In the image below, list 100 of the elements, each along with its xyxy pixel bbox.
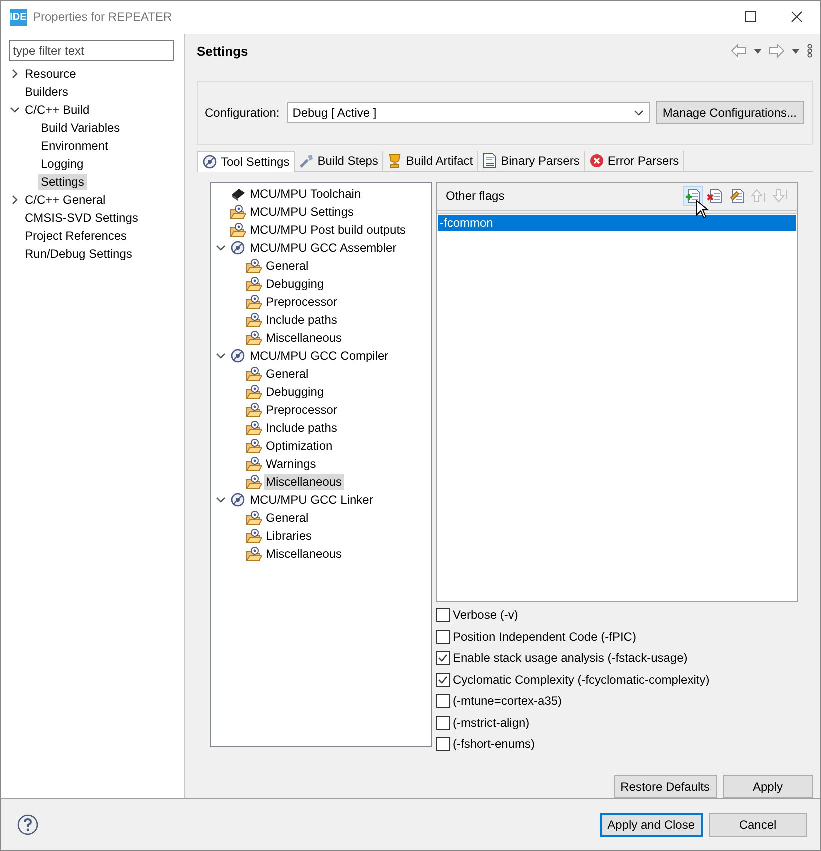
tree-item[interactable]: Build Variables [38, 120, 124, 136]
list-item[interactable]: -fcommon [438, 214, 796, 230]
folder-gear-icon [246, 420, 262, 436]
checkbox[interactable] [436, 694, 450, 708]
tab[interactable]: Error Parsers [584, 150, 684, 170]
tree-item[interactable]: General [264, 258, 311, 274]
tree-item[interactable]: MCU/MPU GCC Compiler [248, 348, 391, 364]
configuration-dropdown[interactable]: Debug [ Active ] [286, 102, 650, 124]
gear-icon [230, 240, 246, 256]
gear-icon [230, 492, 246, 508]
expand-chevron-icon[interactable] [10, 195, 20, 205]
folder-gear-icon [246, 384, 262, 400]
manage-configurations-button[interactable]: Manage Configurations... [656, 101, 804, 124]
tree-item[interactable]: Run/Debug Settings [22, 246, 136, 262]
move-down-icon [773, 188, 789, 204]
collapse-chevron-icon[interactable] [10, 105, 20, 115]
apply-button[interactable]: Apply [723, 775, 813, 798]
checkbox[interactable] [436, 608, 450, 622]
tree-item[interactable]: MCU/MPU GCC Linker [248, 492, 376, 508]
tree-item[interactable]: General [264, 366, 311, 382]
tree-item[interactable]: MCU/MPU Settings [248, 204, 356, 220]
tree-item[interactable]: MCU/MPU Toolchain [248, 186, 364, 202]
restore-defaults-button[interactable]: Restore Defaults [614, 775, 717, 798]
folder-gear-icon [246, 546, 262, 562]
tree-item[interactable]: Include paths [264, 312, 340, 328]
tree-item[interactable]: Miscellaneous [264, 546, 344, 562]
tree-item[interactable]: Libraries [264, 528, 314, 544]
checkbox-option[interactable]: Cyclomatic Complexity (-fcyclomatic-complexity) [436, 669, 798, 690]
tree-item[interactable]: Include paths [264, 420, 340, 436]
folder-gear-icon [246, 438, 262, 454]
list-title: Other flags [446, 189, 506, 203]
folder-gear-icon [246, 330, 262, 346]
checkbox[interactable] [436, 672, 450, 687]
tree-item[interactable]: Optimization [264, 438, 335, 454]
tree-item[interactable]: MCU/MPU Post build outputs [248, 222, 408, 238]
page-title: Settings [197, 44, 250, 59]
tree-item[interactable]: CMSIS-SVD Settings [22, 210, 142, 226]
tree-item[interactable]: Debugging [264, 276, 326, 292]
checkbox-option[interactable]: (-mtune=cortex-a35) [436, 690, 798, 712]
gear-icon [202, 154, 218, 170]
folder-gear-icon [246, 312, 262, 328]
more-options-icon[interactable] [807, 44, 813, 58]
checkbox-option[interactable]: (-mstrict-align) [436, 712, 798, 734]
window-title: Properties for REPEATER [33, 10, 174, 24]
collapse-chevron-icon[interactable] [216, 242, 226, 252]
checkbox[interactable] [436, 630, 450, 644]
gear-icon [230, 348, 246, 364]
checkbox[interactable] [436, 716, 450, 730]
folder-gear-icon [246, 474, 262, 490]
checkbox-option[interactable]: (-fshort-enums) [436, 734, 798, 755]
binary-file-icon [482, 152, 498, 168]
wand-icon [298, 152, 315, 168]
cancel-button[interactable]: Cancel [709, 812, 807, 836]
checkmark-icon [437, 652, 449, 664]
collapse-chevron-icon[interactable] [216, 350, 226, 360]
back-icon[interactable] [731, 44, 747, 58]
move-up-icon [751, 188, 767, 204]
add-entry-button[interactable] [683, 186, 703, 206]
maximize-icon [745, 11, 757, 23]
tab[interactable]: Build Steps [294, 150, 384, 170]
tree-item[interactable]: Preprocessor [264, 294, 340, 310]
error-icon [588, 152, 605, 168]
tree-item[interactable]: Builders [22, 84, 72, 100]
collapse-chevron-icon[interactable] [216, 494, 226, 504]
checkbox-option[interactable]: Verbose (-v) [436, 604, 798, 626]
configuration-label: Configuration: [205, 106, 280, 120]
tree-item[interactable]: Miscellaneous [264, 330, 344, 346]
tree-item[interactable]: C/C++ Build [22, 102, 93, 118]
tree-item[interactable]: Preprocessor [264, 402, 340, 418]
tree-item[interactable]: Environment [38, 138, 112, 154]
folder-gear-icon [246, 456, 262, 472]
folder-gear-icon [246, 258, 262, 274]
add-entry-icon [685, 188, 701, 204]
tree-item[interactable]: Logging [38, 156, 87, 172]
tab[interactable]: Tool Settings [197, 150, 295, 172]
filter-field[interactable]: type filter text [9, 40, 174, 61]
folder-gear-icon [230, 222, 246, 238]
tree-item[interactable]: MCU/MPU GCC Assembler [248, 240, 399, 256]
tree-item[interactable]: Resource [22, 66, 80, 82]
tree-item[interactable]: Project References [22, 228, 130, 244]
forward-icon[interactable] [769, 44, 785, 58]
folder-gear-icon [246, 366, 262, 382]
tree-item[interactable]: General [264, 510, 311, 526]
folder-gear-icon [246, 510, 262, 526]
chevron-down-icon [634, 110, 644, 116]
tree-item[interactable]: Miscellaneous [264, 474, 344, 490]
checkbox-option[interactable]: Enable stack usage analysis (-fstack-usage) [436, 648, 798, 669]
checkbox-option[interactable]: Position Independent Code (-fPIC) [436, 626, 798, 648]
help-icon[interactable] [17, 814, 39, 836]
checkbox[interactable] [436, 737, 450, 752]
folder-gear-icon [246, 294, 262, 310]
tab[interactable]: Build Artifact [383, 150, 478, 170]
checkbox[interactable] [436, 651, 450, 666]
tree-item[interactable]: Settings [38, 174, 88, 190]
tree-item[interactable]: Warnings [264, 456, 318, 472]
tree-item[interactable]: Debugging [264, 384, 326, 400]
expand-chevron-icon[interactable] [10, 69, 20, 79]
tree-item[interactable]: C/C++ General [22, 192, 109, 208]
apply-and-close-button[interactable]: Apply and Close [600, 812, 703, 836]
tab[interactable]: Binary Parsers [478, 150, 585, 170]
